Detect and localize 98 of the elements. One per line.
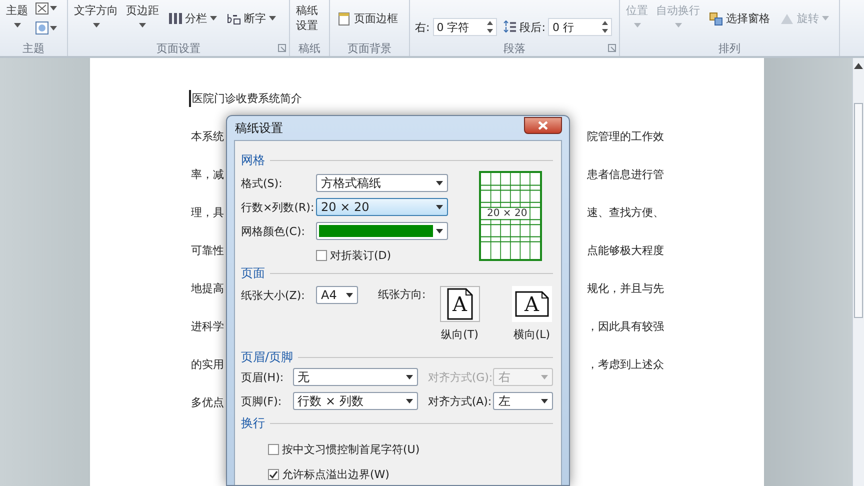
ribbon-button[interactable]: 稿纸设置 — [295, 0, 319, 33]
spinner-icon — [602, 21, 608, 33]
body-text: 多优点 — [190, 395, 224, 411]
group-label: 页面设置 — [156, 41, 200, 56]
field-label: 页眉(H): — [241, 370, 285, 384]
body-text: 院管理的工作效 — [587, 129, 664, 145]
caret-icon — [269, 16, 276, 21]
section-heading: 页眉/页脚 — [241, 348, 294, 366]
ribbon-button[interactable]: 分栏 — [166, 9, 219, 28]
dialog-launcher-icon[interactable] — [278, 44, 286, 52]
dropdown[interactable]: 20 × 20 — [316, 198, 448, 216]
group-label: 稿纸 — [298, 41, 320, 56]
checkbox[interactable]: 按中文习惯控制首尾字符(U) — [268, 442, 553, 457]
page-letter: A — [452, 292, 467, 316]
body-text: 患者信息进行管 — [587, 167, 664, 183]
body-text: 率，减 — [190, 167, 224, 183]
spin-field[interactable]: 0 字符 — [432, 18, 497, 36]
spin-field[interactable]: 0 行 — [548, 18, 612, 36]
field-label: 网格颜色(C): — [241, 224, 306, 238]
ribbon-button[interactable]: 页面边框 — [335, 9, 400, 28]
caret-icon — [139, 23, 146, 28]
line-spacing-icon — [502, 20, 517, 34]
section-heading: 换行 — [241, 414, 265, 432]
document-title: 医院门诊收费系统简介 — [188, 90, 302, 107]
dialog-launcher-icon[interactable] — [608, 44, 616, 52]
hyphenation-icon — [227, 12, 241, 26]
field-label: 对齐方式(A): — [428, 394, 493, 408]
caret-icon — [541, 374, 548, 380]
field-label: 格式(S): — [241, 176, 284, 190]
color-dropdown[interactable] — [316, 222, 448, 240]
checkmark-icon — [269, 470, 278, 479]
field-label: 对齐方式(G): — [428, 370, 494, 384]
dropdown[interactable]: 行数 × 列数 — [292, 392, 418, 410]
body-text: 可靠性 — [190, 243, 224, 259]
caret-icon — [14, 23, 20, 28]
checkbox[interactable]: 对折装订(D) — [316, 248, 392, 262]
caret-icon — [436, 180, 443, 186]
ribbon-button[interactable]: 断字 — [225, 9, 278, 28]
caret-icon — [674, 23, 682, 28]
body-text: 速、查找方便、 — [587, 205, 664, 221]
group-label: 页面背景 — [348, 41, 392, 56]
scroll-thumb[interactable] — [854, 103, 863, 318]
section-heading: 网格 — [241, 152, 265, 168]
caret-icon — [50, 6, 57, 11]
group-label: 段落 — [504, 41, 526, 56]
shapes-icon — [709, 12, 723, 26]
field-label: 纸张大小(Z): — [241, 288, 306, 302]
page-icon — [337, 12, 351, 26]
dropdown[interactable]: 无 — [292, 368, 418, 386]
triangle-icon — [780, 12, 794, 26]
group-label: 主题 — [22, 41, 44, 56]
spinner-icon — [486, 21, 493, 33]
caret-icon — [92, 23, 100, 28]
group-label: 排列 — [718, 41, 740, 56]
body-text: 点能够极大程度 — [587, 243, 664, 259]
checkbox[interactable]: 允许标点溢出边界(W) — [268, 467, 553, 482]
field-label: 右: — [415, 20, 430, 34]
dropdown[interactable]: 方格式稿纸 — [316, 174, 448, 192]
section-heading: 页面 — [241, 264, 265, 282]
caret-icon — [436, 228, 443, 234]
caret-icon — [822, 16, 829, 21]
body-text: 的实用 — [190, 357, 224, 373]
field-label: 页脚(F): — [241, 394, 283, 408]
field-label: 纸张方向: — [378, 287, 426, 303]
caret-icon — [436, 204, 443, 210]
close-button[interactable] — [524, 116, 562, 134]
preview-label: 20 × 20 — [485, 208, 530, 219]
ribbon-button[interactable]: 页边距 — [125, 0, 160, 28]
dialog-title: 稿纸设置 — [234, 120, 283, 136]
scrollbar[interactable] — [852, 58, 864, 486]
field-label: 段后: — [520, 20, 546, 34]
body-text: 理，具 — [190, 205, 224, 221]
ribbon-button[interactable]: 文字方向 — [73, 0, 119, 28]
caret-icon — [346, 292, 353, 298]
portrait-page-icon — [446, 288, 473, 320]
ribbon-button[interactable]: 主题 — [5, 0, 29, 28]
caret-icon — [50, 26, 57, 30]
landscape-page-icon — [514, 291, 549, 317]
caret-icon — [406, 374, 413, 380]
up-arrow-icon — [854, 62, 863, 69]
dropdown[interactable]: A4 — [316, 286, 358, 304]
caret-icon — [634, 23, 640, 28]
body-text: 规化，并且与先 — [587, 281, 664, 297]
columns-icon — [168, 12, 182, 26]
field-label: 行数×列数(R): — [241, 200, 316, 214]
font-box-icon — [35, 2, 49, 15]
ribbon-button[interactable]: 选择窗格 — [707, 9, 772, 28]
body-text: 进科学 — [190, 319, 224, 335]
page-letter: A — [524, 292, 539, 316]
body-text: 地提高 — [190, 281, 224, 297]
body-text: 本系统 — [190, 129, 224, 145]
caret-icon — [541, 398, 548, 404]
caret-icon — [406, 398, 413, 404]
close-icon — [538, 120, 548, 130]
body-text: ，因此具有较强 — [587, 319, 664, 335]
caret-icon — [210, 16, 217, 21]
dropdown[interactable]: 左 — [493, 392, 553, 410]
body-text: ，考虑到上述众 — [587, 357, 664, 373]
